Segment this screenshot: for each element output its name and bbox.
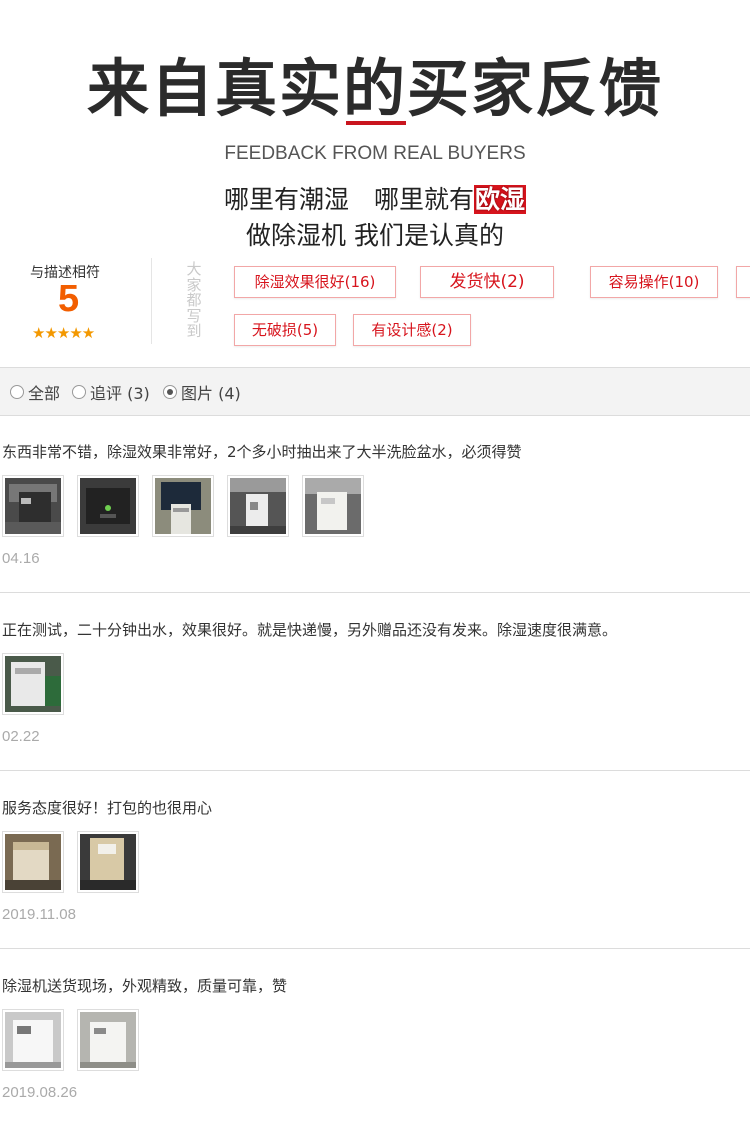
separator (0, 770, 750, 771)
review-photos (2, 831, 139, 893)
slogan-line-1: 哪里有潮湿 哪里就有欧湿 (0, 180, 750, 216)
page-title: 来自真实的买家反馈 (86, 52, 663, 125)
tag-fast-shipping[interactable]: 发货快(2) (420, 266, 554, 298)
review-photo[interactable] (152, 475, 214, 537)
filter-label: 追评 (3) (90, 384, 150, 403)
review-text: 正在测试，二十分钟出水，效果很好。就是快递慢，另外赠品还没有发来。除湿速度很满意… (2, 621, 618, 639)
review-text: 服务态度很好！打包的也很用心 (2, 799, 213, 817)
review-date: 02.22 (2, 728, 40, 745)
filter-followup[interactable]: 追评 (3) (72, 380, 150, 404)
review-date: 2019.11.08 (2, 906, 76, 923)
radio-checked-icon[interactable] (163, 385, 177, 399)
review-photo[interactable] (77, 831, 139, 893)
tag-more[interactable] (736, 266, 750, 298)
separator (0, 948, 750, 949)
filter-all[interactable]: 全部 (10, 380, 60, 404)
review-photo[interactable] (302, 475, 364, 537)
review-photo[interactable] (227, 475, 289, 537)
review-photo[interactable] (2, 475, 64, 537)
review-photos (2, 653, 64, 715)
review-photo[interactable] (2, 653, 64, 715)
filter-bar: 全部 追评 (3) 图片 (4) (0, 367, 750, 416)
review-photos (2, 475, 364, 537)
tags-caption: 大家都写到 (186, 260, 202, 340)
review-photos (2, 1009, 139, 1071)
radio-icon[interactable] (10, 385, 24, 399)
filter-label: 全部 (28, 384, 61, 403)
rating-stars: ★★★★★ (32, 324, 95, 342)
divider (151, 258, 152, 344)
title-underline (346, 121, 406, 125)
radio-icon[interactable] (72, 385, 86, 399)
review-photo[interactable] (2, 1009, 64, 1071)
page-subtitle: FEEDBACK FROM REAL BUYERS (224, 143, 526, 164)
tag-design[interactable]: 有设计感(2) (353, 314, 471, 346)
review-text: 除湿机送货现场，外观精致，质量可靠，赞 (2, 977, 288, 995)
slogan-text: 哪里有潮湿 哪里就有 (223, 185, 474, 214)
tag-easy-operation[interactable]: 容易操作(10) (590, 266, 718, 298)
tag-dehumidify-effect[interactable]: 除湿效果很好(16) (234, 266, 396, 298)
review-date: 2019.08.26 (2, 1084, 78, 1101)
review-photo[interactable] (77, 1009, 139, 1071)
rating-score: 5 (58, 278, 80, 320)
review-text: 东西非常不错，除湿效果非常好，2个多小时抽出来了大半洗脸盆水，必须得赞 (2, 443, 522, 461)
brand-highlight: 欧湿 (474, 185, 527, 214)
review-date: 04.16 (2, 550, 40, 567)
filter-photos[interactable]: 图片 (4) (163, 380, 241, 404)
separator (0, 592, 750, 593)
review-photo[interactable] (77, 475, 139, 537)
filter-label: 图片 (4) (181, 384, 241, 403)
review-photo[interactable] (2, 831, 64, 893)
slogan-line-2: 做除湿机 我们是认真的 (246, 221, 504, 250)
tag-no-damage[interactable]: 无破损(5) (234, 314, 336, 346)
